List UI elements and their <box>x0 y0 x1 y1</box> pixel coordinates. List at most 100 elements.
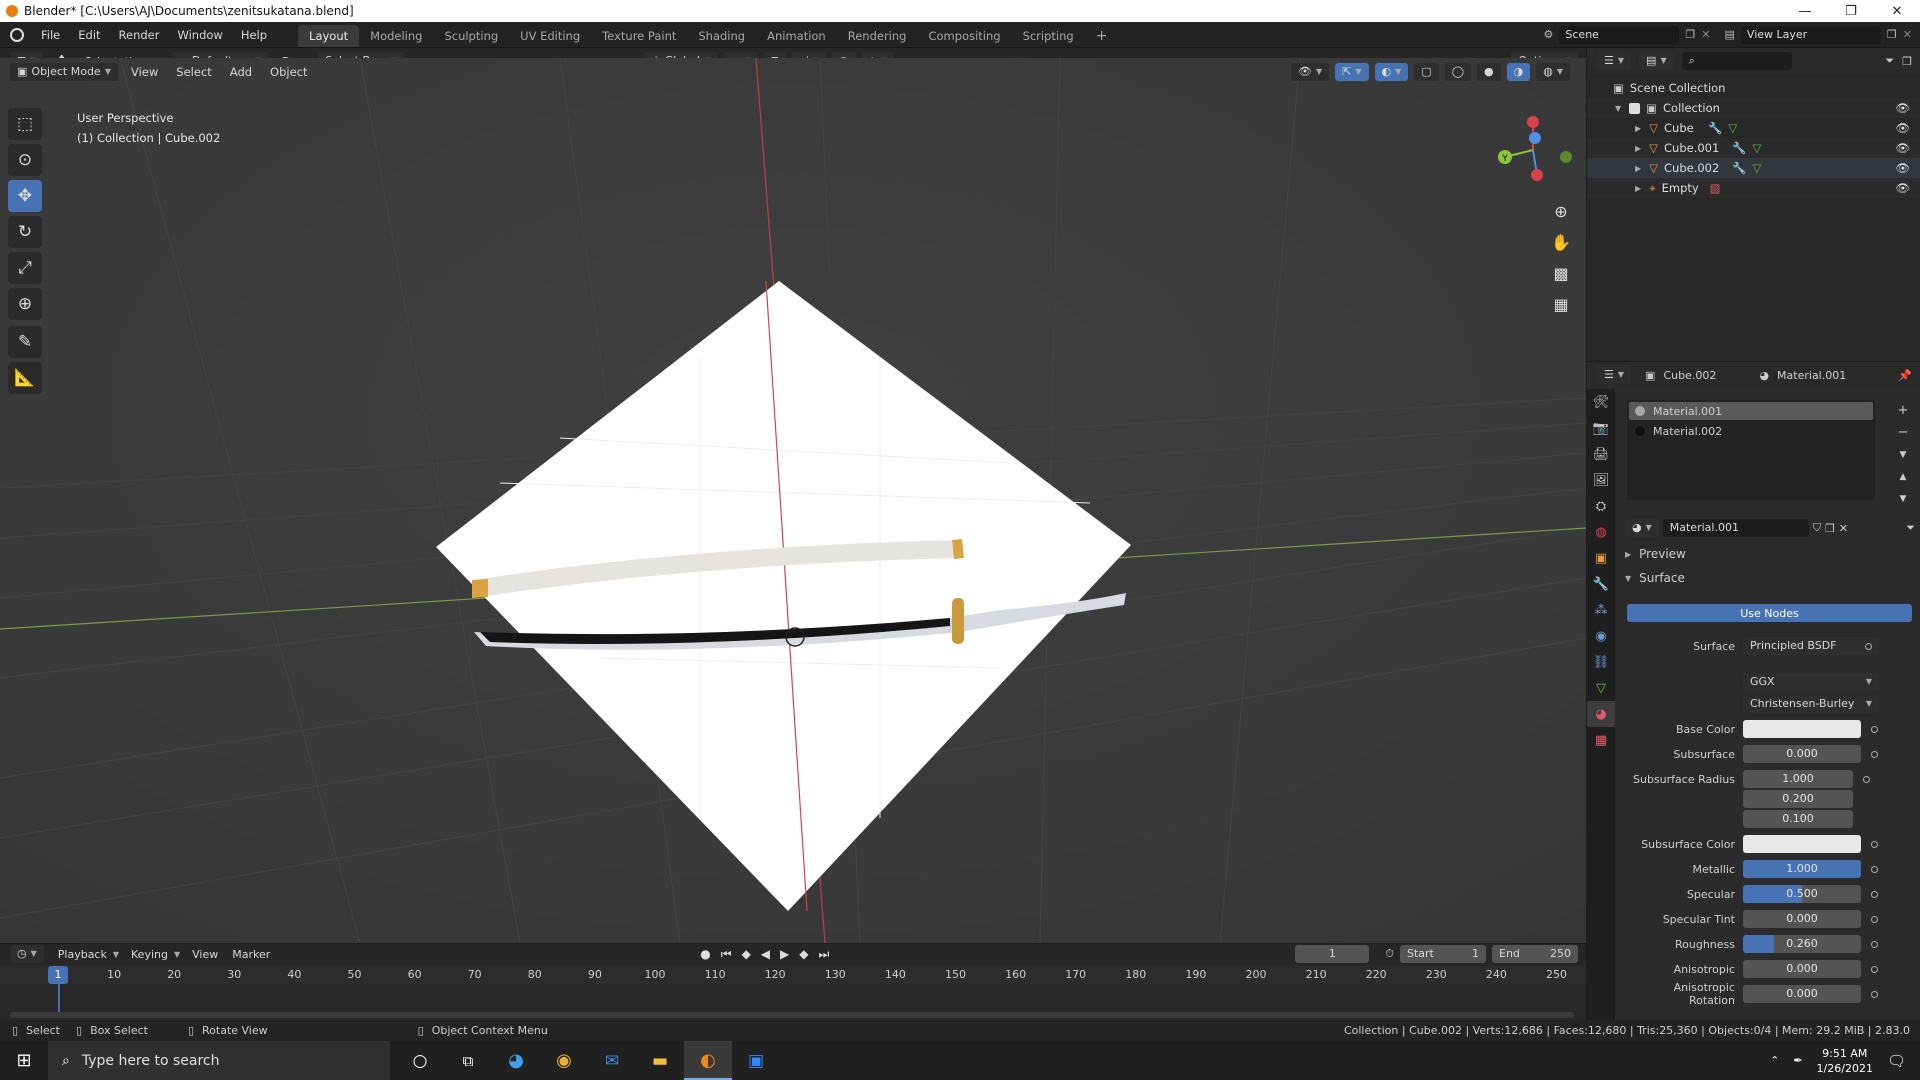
breadcrumb-material[interactable]: Material.001 <box>1777 369 1846 382</box>
preview-panel-header[interactable]: ▶ Preview <box>1625 544 1915 564</box>
breadcrumb-object[interactable]: Cube.002 <box>1663 369 1751 382</box>
transform-tool-icon[interactable]: ⊕ <box>8 288 42 320</box>
numeric-slider-field[interactable]: 0.100 <box>1743 810 1853 828</box>
new-scene-icon[interactable]: ❐ <box>1685 28 1695 41</box>
material-preview-button[interactable]: ◑ <box>1506 63 1531 81</box>
color-swatch-field[interactable] <box>1743 720 1861 738</box>
tab-rendering[interactable]: Rendering <box>837 25 918 47</box>
view-layer-tab-icon[interactable]: 🖼 <box>1587 467 1615 493</box>
object-mode-dropdown[interactable]: ▣ Object Mode ▼ <box>10 63 118 81</box>
gizmo-toggle[interactable]: ⇱ ▼ <box>1335 63 1369 81</box>
gizmo-neg-z-dot[interactable] <box>1531 169 1543 181</box>
play-icon[interactable]: ▶ <box>780 947 789 961</box>
chrome-browser-icon[interactable]: ◉ <box>540 1050 588 1071</box>
expand-arrow-icon[interactable]: ▶ <box>1635 124 1641 133</box>
particles-tab-icon[interactable]: ⁂ <box>1587 597 1615 623</box>
material-name-field[interactable]: Material.001 <box>1662 519 1809 537</box>
cursor-tool-icon[interactable]: ⊙ <box>8 144 42 176</box>
material-slot-item[interactable]: Material.001 <box>1629 402 1873 420</box>
rotate-tool-icon[interactable]: ↻ <box>8 216 42 248</box>
blender-menu-icon[interactable] <box>10 27 24 42</box>
measure-tool-icon[interactable]: 📐 <box>8 362 42 394</box>
stopwatch-icon[interactable]: ⏱ <box>1385 947 1394 961</box>
menu-edit[interactable]: Edit <box>69 22 109 48</box>
add-slot-button[interactable]: + <box>1893 400 1913 422</box>
socket-link-icon[interactable] <box>1871 725 1878 733</box>
timeline-scrollbar[interactable] <box>10 1012 1574 1018</box>
subsurface-method-dropdown[interactable]: Christensen-Burley ▼ <box>1743 695 1879 713</box>
view-layer-icon[interactable]: ▤ <box>1725 28 1735 41</box>
pin-icon[interactable]: 📌 <box>1898 369 1912 382</box>
menu-render[interactable]: Render <box>110 22 169 48</box>
tab-uv-editing[interactable]: UV Editing <box>509 25 591 47</box>
scale-tool-icon[interactable]: ⤢ <box>8 252 42 284</box>
3d-viewport[interactable]: User Perspective (1) Collection | Cube.0… <box>0 58 1586 943</box>
browse-material-icon[interactable]: ◕ ▼ <box>1625 519 1659 537</box>
visibility-eye-icon[interactable]: 👁 <box>1895 141 1910 155</box>
cortana-icon[interactable]: ○ <box>396 1051 444 1071</box>
navigation-gizmo[interactable]: Y <box>1483 110 1573 190</box>
maximize-button[interactable]: ❐ <box>1828 4 1874 19</box>
tab-scripting[interactable]: Scripting <box>1012 25 1085 47</box>
outliner-item-cube-001[interactable]: ▶ ▽ Cube.001 🔧 ▽ 👁 <box>1587 138 1920 158</box>
gizmo-z-dot[interactable] <box>1527 116 1539 128</box>
color-swatch-field[interactable] <box>1743 835 1861 853</box>
xray-toggle[interactable]: ▢ <box>1414 63 1439 81</box>
numeric-slider-field[interactable]: 0.000 <box>1743 985 1861 1003</box>
numeric-slider-field[interactable]: 0.200 <box>1743 790 1853 808</box>
distribution-dropdown[interactable]: GGX ▼ <box>1743 673 1879 691</box>
display-mode-icon[interactable]: ▤ ▼ <box>1639 52 1674 70</box>
numeric-slider-field[interactable]: 0.500 <box>1743 885 1861 903</box>
tab-shading[interactable]: Shading <box>687 25 756 47</box>
edge-browser-icon[interactable]: ◕ <box>492 1050 540 1071</box>
timeline-menu-view[interactable]: View <box>192 948 218 961</box>
viewport-canvas[interactable] <box>0 58 1586 943</box>
slot-specials-dropdown[interactable]: ▼ <box>1893 444 1913 466</box>
gizmo-neg-y-dot[interactable] <box>1560 151 1572 163</box>
frame-ruler[interactable]: 10 20 30 40 50 60 70 80 90 100 110 120 130 140 150 160 1… <box>0 966 1586 984</box>
ortho-toggle-icon[interactable]: ▦ <box>1549 289 1573 320</box>
remove-slot-button[interactable]: − <box>1893 422 1913 444</box>
output-tab-icon[interactable]: 🖨 <box>1587 441 1615 467</box>
socket-link-icon[interactable] <box>1871 940 1878 948</box>
socket-link-icon[interactable] <box>1871 965 1878 973</box>
select-box-tool-icon[interactable]: ⬚ <box>8 108 42 140</box>
socket-link-icon[interactable] <box>1871 750 1878 758</box>
outliner-editor-type-icon[interactable]: ☰ ▼ <box>1597 52 1632 70</box>
fake-user-icon[interactable]: ⛉ <box>1813 521 1821 535</box>
tool-tab-icon[interactable]: 🛠 <box>1587 389 1615 415</box>
visibility-dropdown[interactable]: 👁 ▼ <box>1291 63 1330 81</box>
tab-modeling[interactable]: Modeling <box>359 25 433 47</box>
socket-link-icon[interactable] <box>1871 840 1878 848</box>
end-frame-field[interactable]: End 250 <box>1492 945 1578 963</box>
minimize-button[interactable]: — <box>1782 4 1828 19</box>
tab-layout[interactable]: Layout <box>298 25 360 47</box>
socket-link-icon[interactable] <box>1871 990 1878 998</box>
new-collection-icon[interactable]: ❐ <box>1902 55 1912 68</box>
wireframe-shading-button[interactable]: ◯ <box>1444 63 1472 81</box>
close-button[interactable]: ✕ <box>1874 4 1920 19</box>
numeric-slider-field[interactable]: 1.000 <box>1743 860 1861 878</box>
tray-chevron-icon[interactable]: ⌃ <box>1770 1054 1779 1067</box>
outliner-item-empty[interactable]: ▶ ⌖ Empty ▧ 👁 <box>1587 178 1920 198</box>
overlay-toggle[interactable]: ◐ ▼ <box>1374 63 1409 81</box>
current-frame-field[interactable]: 1 <box>1295 945 1370 963</box>
surface-panel-header[interactable]: ▼ Surface <box>1625 568 1915 588</box>
file-explorer-icon[interactable]: ▬ <box>636 1051 684 1071</box>
numeric-slider-field[interactable]: 0.000 <box>1743 910 1861 928</box>
data-tab-icon[interactable]: ▽ <box>1587 675 1615 701</box>
task-view-icon[interactable]: ⧉ <box>444 1052 492 1070</box>
visibility-eye-icon[interactable]: 👁 <box>1895 101 1910 115</box>
scene-icon[interactable]: ⚙ <box>1544 28 1554 41</box>
play-reverse-icon[interactable]: ◀ <box>761 947 770 961</box>
socket-link-icon[interactable] <box>1863 775 1870 783</box>
viewport-menu-view[interactable]: View <box>126 63 163 81</box>
world-tab-icon[interactable]: ◍ <box>1587 519 1615 545</box>
tab-animation[interactable]: Animation <box>756 25 837 47</box>
zoom-icon[interactable]: ⊕ <box>1549 196 1573 227</box>
material-tab-icon[interactable]: ◕ <box>1587 701 1615 727</box>
node-link-icon[interactable]: ⏷ <box>1906 521 1915 535</box>
timeline-editor-type-icon[interactable]: ◷ ▼ <box>10 945 44 963</box>
timeline-menu-keying[interactable]: Keying <box>131 948 168 961</box>
notifications-icon[interactable]: 🗨 <box>1887 1052 1906 1070</box>
